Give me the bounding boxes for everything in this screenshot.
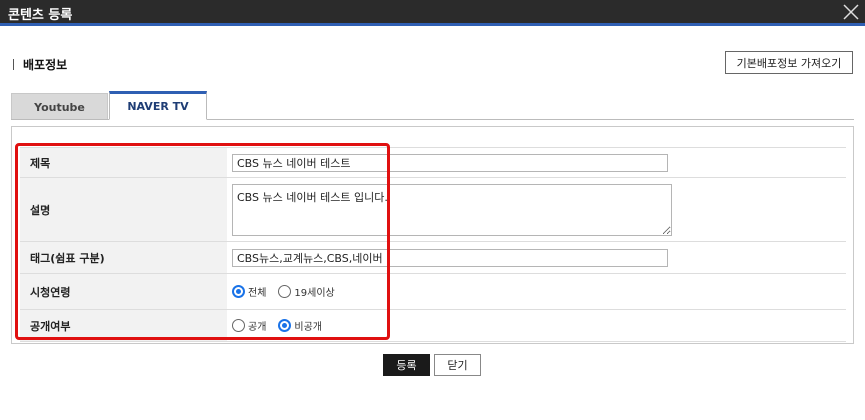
title-bar: 콘텐츠 등록 <box>0 0 865 26</box>
window-title: 콘텐츠 등록 <box>8 8 73 23</box>
tab-youtube[interactable]: Youtube <box>11 93 108 120</box>
age-rating-cell: 전체 19세이상 <box>227 273 846 310</box>
tags-input[interactable] <box>232 248 668 267</box>
form-row-visibility: 공개여부 공개 비공개 <box>20 309 846 342</box>
visibility-private-label: 비공개 <box>294 322 323 333</box>
section-header: 배포정보 <box>13 56 67 72</box>
form-row-description: 설명 CBS 뉴스 네이버 테스트 입니다. <box>20 177 846 242</box>
visibility-private-radio[interactable] <box>278 319 292 332</box>
tags-label: 태그(쉼표 구분) <box>20 241 227 274</box>
visibility-public-radio[interactable] <box>232 319 245 332</box>
visibility-option-private[interactable]: 비공개 <box>278 318 322 333</box>
section-title: 배포정보 <box>23 57 68 72</box>
form-row-tags: 태그(쉼표 구분) <box>20 241 846 274</box>
platform-tabs: Youtube NAVER TV <box>11 91 854 120</box>
title-label: 제목 <box>20 147 227 178</box>
visibility-public-label: 공개 <box>248 322 267 333</box>
title-input[interactable] <box>232 153 668 172</box>
description-cell: CBS 뉴스 네이버 테스트 입니다. <box>227 177 846 242</box>
visibility-radio-group: 공개 비공개 <box>232 318 846 333</box>
visibility-option-public[interactable]: 공개 <box>232 318 266 333</box>
visibility-label: 공개여부 <box>20 309 227 342</box>
title-cell <box>227 147 846 178</box>
description-label: 설명 <box>20 177 227 242</box>
age-rating-radio-group: 전체 19세이상 <box>232 284 846 299</box>
form-row-title: 제목 <box>20 147 846 178</box>
form-panel: 제목 설명 CBS 뉴스 네이버 테스트 입니다. 태그(쉼표 구분) 시청연령 <box>11 126 854 344</box>
age-19plus-label: 19세이상 <box>294 288 335 299</box>
age-option-all[interactable]: 전체 <box>232 284 266 299</box>
visibility-cell: 공개 비공개 <box>227 309 846 342</box>
age-19plus-radio[interactable] <box>278 285 292 298</box>
close-button[interactable]: 닫기 <box>434 354 481 376</box>
submit-button[interactable]: 등록 <box>383 354 430 376</box>
age-rating-label: 시청연령 <box>20 273 227 310</box>
age-all-label: 전체 <box>248 288 267 299</box>
form-table: 제목 설명 CBS 뉴스 네이버 테스트 입니다. 태그(쉼표 구분) 시청연령 <box>20 147 846 342</box>
tab-naver-tv[interactable]: NAVER TV <box>109 91 207 120</box>
form-row-age-rating: 시청연령 전체 19세이상 <box>20 273 846 310</box>
age-all-radio[interactable] <box>232 285 245 298</box>
age-option-19plus[interactable]: 19세이상 <box>278 284 335 299</box>
tags-cell <box>227 241 846 274</box>
section-divider <box>13 58 14 70</box>
close-icon[interactable] <box>841 2 861 22</box>
load-default-info-button[interactable]: 기본배포정보 가져오기 <box>725 51 853 74</box>
description-textarea[interactable]: CBS 뉴스 네이버 테스트 입니다. <box>232 183 672 236</box>
